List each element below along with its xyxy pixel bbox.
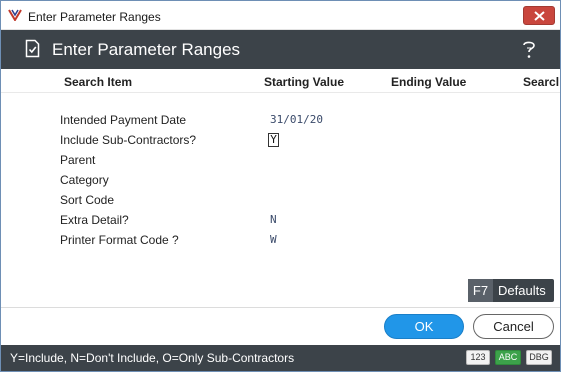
status-hint-text: Y=Include, N=Don't Include, O=Only Sub-C… bbox=[10, 351, 295, 365]
document-check-icon bbox=[25, 39, 40, 58]
debug-mode-badge[interactable]: DBG bbox=[526, 350, 552, 365]
column-headers: Search Item Starting Value Ending Value … bbox=[1, 69, 560, 93]
footer-divider bbox=[1, 307, 560, 308]
column-header-search[interactable]: Searcl bbox=[523, 75, 559, 89]
row-label-printer-format-code: Printer Format Code ? bbox=[60, 233, 179, 247]
include-sub-contractors-input[interactable]: Y bbox=[268, 133, 279, 147]
column-header-starting-value[interactable]: Starting Value bbox=[264, 75, 344, 89]
row-label-sort-code: Sort Code bbox=[60, 193, 115, 207]
status-bar: Y=Include, N=Don't Include, O=Only Sub-C… bbox=[1, 345, 560, 371]
app-logo-icon bbox=[8, 9, 22, 21]
alpha-mode-badge[interactable]: ABC bbox=[495, 350, 521, 365]
column-header-ending-value[interactable]: Ending Value bbox=[391, 75, 466, 89]
defaults-button-label: Defaults bbox=[498, 283, 546, 298]
row-value-extra-detail[interactable]: N bbox=[270, 213, 277, 226]
row-value-printer-format-code[interactable]: W bbox=[270, 233, 277, 246]
dialog-window: Enter Parameter Ranges Enter Parameter R… bbox=[0, 0, 561, 372]
help-question-icon[interactable] bbox=[521, 39, 537, 60]
row-value-intended-payment-date[interactable]: 31/01/20 bbox=[270, 113, 323, 126]
defaults-button[interactable]: F7 Defaults bbox=[468, 279, 554, 302]
title-bar[interactable]: Enter Parameter Ranges bbox=[1, 1, 560, 30]
window-title: Enter Parameter Ranges bbox=[28, 10, 161, 24]
row-label-category: Category bbox=[60, 173, 109, 187]
cancel-button[interactable]: Cancel bbox=[473, 314, 554, 339]
close-button[interactable] bbox=[523, 6, 555, 25]
row-label-parent: Parent bbox=[60, 153, 96, 167]
header-band: Enter Parameter Ranges bbox=[1, 30, 560, 69]
ok-button[interactable]: OK bbox=[384, 314, 464, 339]
row-label-include-sub-contractors: Include Sub-Contractors? bbox=[60, 133, 197, 147]
defaults-shortcut-key: F7 bbox=[468, 279, 493, 302]
column-header-search-item[interactable]: Search Item bbox=[64, 75, 132, 89]
close-icon bbox=[534, 11, 545, 21]
numeric-mode-badge[interactable]: 123 bbox=[466, 350, 490, 365]
row-label-intended-payment-date: Intended Payment Date bbox=[60, 113, 187, 127]
page-title: Enter Parameter Ranges bbox=[52, 40, 241, 59]
row-label-extra-detail: Extra Detail? bbox=[60, 213, 129, 227]
